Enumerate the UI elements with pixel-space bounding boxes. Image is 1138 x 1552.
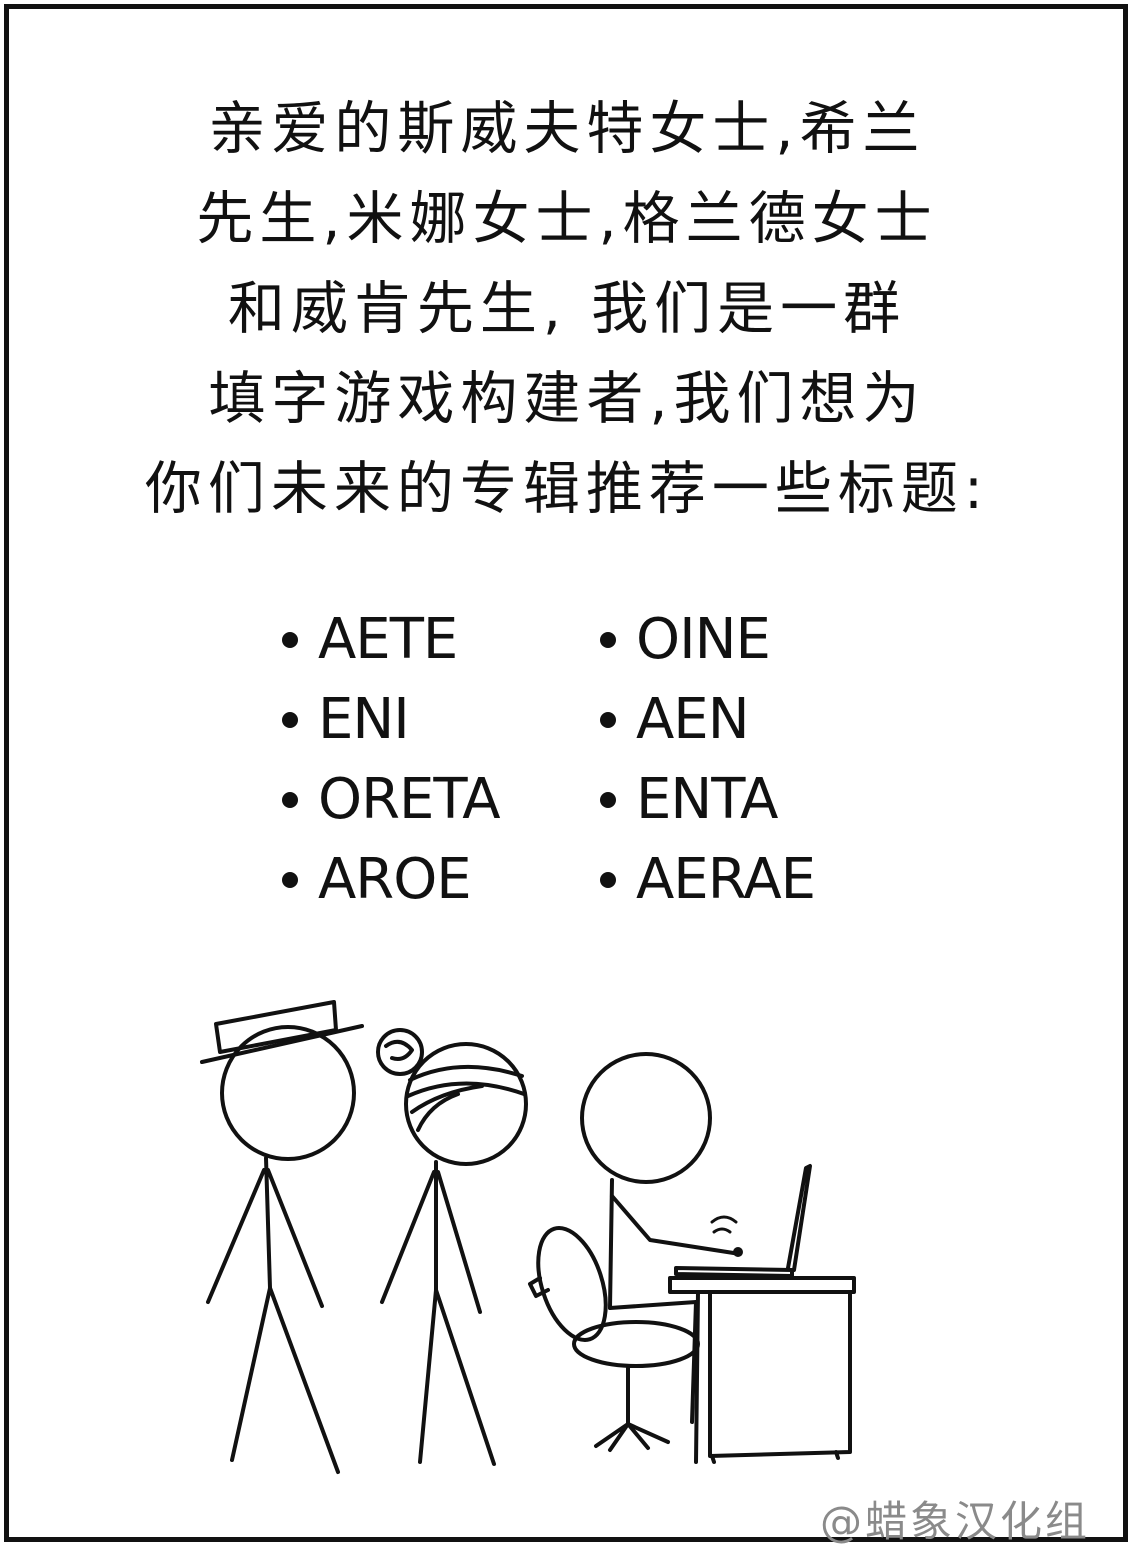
desk-cabinet	[708, 1290, 852, 1458]
bun-hair-figure	[376, 1028, 528, 1466]
laptop-base	[674, 1266, 794, 1278]
desk-top	[668, 1276, 856, 1294]
hat-brim	[200, 1024, 364, 1064]
desk-leg	[694, 1290, 700, 1464]
leg-right	[434, 1288, 496, 1466]
arm-left	[206, 1168, 266, 1304]
head	[220, 1025, 356, 1161]
stick-figure-illustration	[200, 1000, 856, 1474]
arm-left	[380, 1170, 436, 1304]
arm-right	[266, 1168, 324, 1308]
chair-base	[594, 1422, 670, 1452]
laptop-icon	[674, 1164, 812, 1278]
chair-arm	[528, 1276, 550, 1298]
credit-watermark: @蜡象汉化组	[820, 1497, 1091, 1546]
arm	[610, 1194, 742, 1256]
arm-right	[436, 1170, 482, 1314]
body	[608, 1178, 614, 1310]
desk-icon	[668, 1276, 856, 1464]
hat-figure	[200, 1000, 364, 1474]
hair-bun	[376, 1028, 424, 1076]
leg-right	[268, 1286, 340, 1474]
chair-back	[536, 1226, 608, 1342]
leg-left	[418, 1288, 438, 1464]
head	[580, 1052, 712, 1184]
thigh	[608, 1300, 698, 1310]
hair-strand	[408, 1064, 524, 1082]
chair-seat	[572, 1320, 700, 1368]
bun-swirl	[384, 1039, 414, 1061]
laptop-screen	[786, 1164, 812, 1272]
laptop-user-figure	[580, 1052, 743, 1424]
typing-dot	[733, 1247, 743, 1257]
typing-marks	[710, 1215, 738, 1234]
leg-left	[230, 1286, 272, 1462]
